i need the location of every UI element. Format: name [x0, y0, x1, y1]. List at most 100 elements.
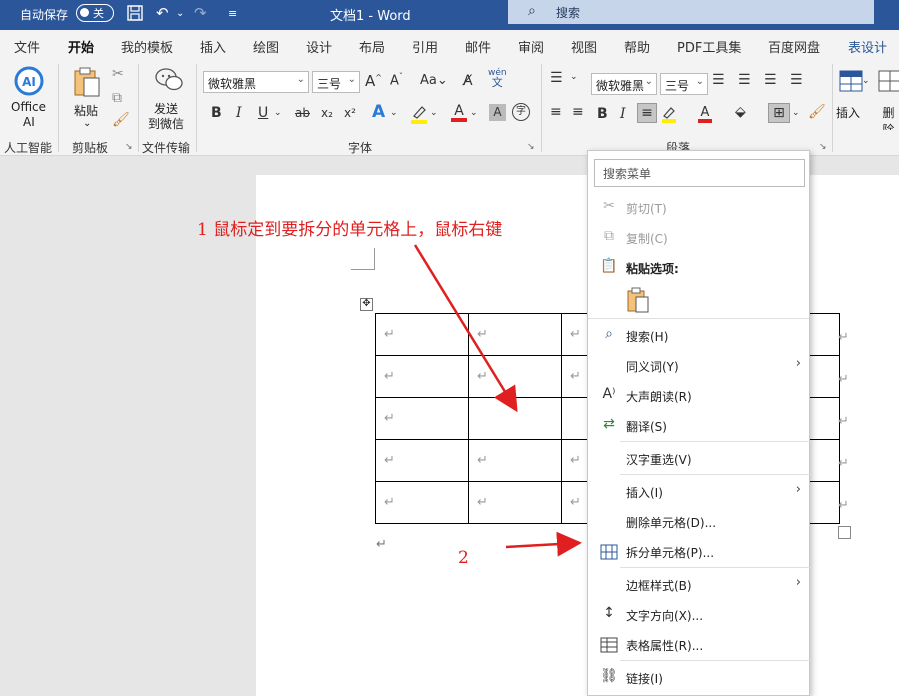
highlight-icon[interactable]	[410, 104, 428, 128]
bullets-dropdown-icon[interactable]: ⌄	[570, 72, 578, 82]
redo-icon[interactable]: ↷	[194, 4, 207, 22]
grow-font-icon[interactable]: A^	[365, 72, 382, 90]
table-resize-handle[interactable]	[838, 526, 851, 539]
enclose-char-icon[interactable]: 字	[512, 103, 530, 121]
copy-icon[interactable]: ⧉	[112, 90, 122, 106]
office-ai-button[interactable]: AI Office AI	[8, 64, 50, 134]
tab-pdf-tools[interactable]: PDF工具集	[677, 37, 741, 56]
tab-file[interactable]: 文件	[14, 37, 40, 56]
table-cell[interactable]: ↵	[468, 439, 562, 482]
text-effects-icon[interactable]: A	[372, 102, 385, 122]
tab-draw[interactable]: 绘图	[253, 37, 279, 56]
borders-dropdown-icon[interactable]: ⌄	[792, 108, 800, 118]
phonetic-guide-icon[interactable]: wén 文	[488, 68, 507, 89]
autosave-toggle[interactable]: 关	[76, 4, 114, 22]
font-size-combo-mini[interactable]: 三号 ⌄	[660, 73, 708, 95]
subscript-icon[interactable]: x₂	[321, 106, 333, 120]
font-size-combo[interactable]: 三号 ⌄	[312, 71, 360, 93]
paragraph-launcher-icon[interactable]: ↘	[819, 142, 827, 152]
menu-item-link[interactable]: ⛓ 链接(I)	[588, 662, 809, 692]
tab-help[interactable]: 帮助	[624, 37, 650, 56]
font-name-combo-mini[interactable]: 微软雅黑 ⌄	[591, 73, 657, 95]
italic-icon-mini[interactable]: I	[620, 106, 626, 122]
font-color-icon-mini[interactable]: A	[697, 104, 713, 127]
tab-home[interactable]: 开始	[68, 37, 95, 62]
table-cell[interactable]: ↵	[375, 313, 469, 356]
table-cell[interactable]: ↵	[375, 355, 469, 398]
menu-item-search[interactable]: ⌕ 搜索(H)	[588, 320, 809, 350]
table-cell[interactable]: ↵	[468, 355, 562, 398]
bold-icon-mini[interactable]: B	[597, 106, 608, 122]
shrink-font-icon[interactable]: Aˇ	[390, 72, 403, 88]
menu-item-paste-keep[interactable]	[588, 282, 809, 318]
change-case-icon[interactable]: Aa⌄	[420, 73, 448, 88]
table-cell-target[interactable]	[468, 397, 562, 440]
tab-layout[interactable]: 布局	[359, 37, 385, 56]
italic-icon[interactable]: I	[236, 105, 242, 121]
table-cell[interactable]: ↵	[375, 439, 469, 482]
menu-item-reconvert[interactable]: 汉字重选(V)	[588, 443, 809, 473]
table-cell[interactable]: ↵	[468, 481, 562, 524]
send-to-wechat-button[interactable]: 发送 到微信	[146, 64, 192, 134]
align-center-icon[interactable]: ≡	[572, 104, 584, 120]
clipboard-launcher-icon[interactable]: ↘	[125, 142, 133, 152]
menu-item-delete-cells[interactable]: 删除单元格(D)...	[588, 506, 809, 536]
tab-table-design[interactable]: 表设计	[848, 37, 887, 56]
table-cell[interactable]: ↵	[468, 313, 562, 356]
bold-icon[interactable]: B	[211, 105, 222, 121]
underline-icon[interactable]: U	[258, 105, 268, 121]
delete-table-button[interactable]: 删除	[876, 70, 899, 130]
table-cell[interactable]: ↵	[375, 481, 469, 524]
menu-item-border-styles[interactable]: 边框样式(B) ›	[588, 569, 809, 599]
font-launcher-icon[interactable]: ↘	[527, 142, 535, 152]
outline-icon[interactable]: ☰	[790, 72, 803, 88]
strikethrough-icon[interactable]: ab	[295, 106, 310, 120]
font-name-combo[interactable]: 微软雅黑 ⌄	[203, 71, 309, 93]
superscript-icon[interactable]: x²	[344, 106, 356, 120]
menu-item-table-properties[interactable]: 表格属性(R)...	[588, 629, 809, 659]
tab-references[interactable]: 引用	[412, 37, 438, 56]
bullets-icon[interactable]: ☰	[550, 70, 563, 86]
menu-item-synonyms[interactable]: 同义词(Y) ›	[588, 350, 809, 380]
highlight-dropdown-icon[interactable]: ⌄	[430, 108, 438, 118]
font-color-dropdown-icon[interactable]: ⌄	[470, 108, 478, 118]
tab-baidu-pan[interactable]: 百度网盘	[768, 37, 820, 56]
underline-dropdown-icon[interactable]: ⌄	[274, 108, 282, 118]
undo-dropdown-icon[interactable]: ⌄	[176, 8, 184, 19]
format-painter-icon-mini[interactable]: 🖌	[808, 104, 826, 120]
table-move-handle[interactable]: ✥	[360, 298, 373, 311]
tab-my-templates[interactable]: 我的模板	[121, 37, 173, 56]
tab-view[interactable]: 视图	[571, 37, 597, 56]
multilevel-icon[interactable]: ☰	[764, 72, 777, 88]
menu-item-split-cells[interactable]: 拆分单元格(P)...	[588, 536, 809, 566]
tab-insert[interactable]: 插入	[200, 37, 226, 56]
menu-item-copy[interactable]: ⧉ 复制(C)	[588, 222, 809, 252]
paste-dropdown-icon[interactable]: ⌄	[83, 118, 91, 129]
undo-icon[interactable]: ↶	[156, 4, 169, 22]
borders-icon[interactable]: ⊞	[768, 103, 790, 123]
font-color-icon[interactable]: A	[450, 102, 468, 126]
menu-item-text-direction[interactable]: ↕ 文字方向(X)...	[588, 599, 809, 629]
numbering-icon[interactable]: ☰	[738, 72, 751, 88]
customize-qa-icon[interactable]: ≡	[228, 7, 237, 20]
menu-item-read-aloud[interactable]: A⁾ 大声朗读(R)	[588, 380, 809, 410]
context-search-input[interactable]: 搜索菜单	[594, 159, 805, 187]
title-search-box[interactable]: ⌕ 搜索	[508, 0, 874, 24]
highlight-icon-mini[interactable]	[661, 105, 677, 127]
paste-button[interactable]: 粘贴 ⌄	[68, 64, 106, 134]
menu-item-translate[interactable]: ⇄ 翻译(S)	[588, 410, 809, 440]
format-painter-icon[interactable]: 🖌	[112, 112, 130, 128]
menu-item-cut[interactable]: ✂ 剪切(T)	[588, 192, 809, 222]
insert-dropdown-icon[interactable]: ⌄	[862, 76, 870, 86]
cut-icon[interactable]: ✂	[112, 66, 124, 82]
center-active-icon[interactable]: ≡	[637, 103, 657, 123]
table-cell[interactable]: ↵	[375, 397, 469, 440]
clear-format-icon[interactable]: A̸	[463, 73, 473, 89]
align-left-icon[interactable]: ≡	[550, 104, 562, 120]
text-effects-dropdown-icon[interactable]: ⌄	[390, 108, 398, 118]
char-shading-icon[interactable]: A	[489, 104, 506, 121]
tab-mailings[interactable]: 邮件	[465, 37, 491, 56]
menu-item-insert[interactable]: 插入(I) ›	[588, 476, 809, 506]
save-icon[interactable]	[126, 4, 144, 26]
tab-design[interactable]: 设计	[306, 37, 332, 56]
